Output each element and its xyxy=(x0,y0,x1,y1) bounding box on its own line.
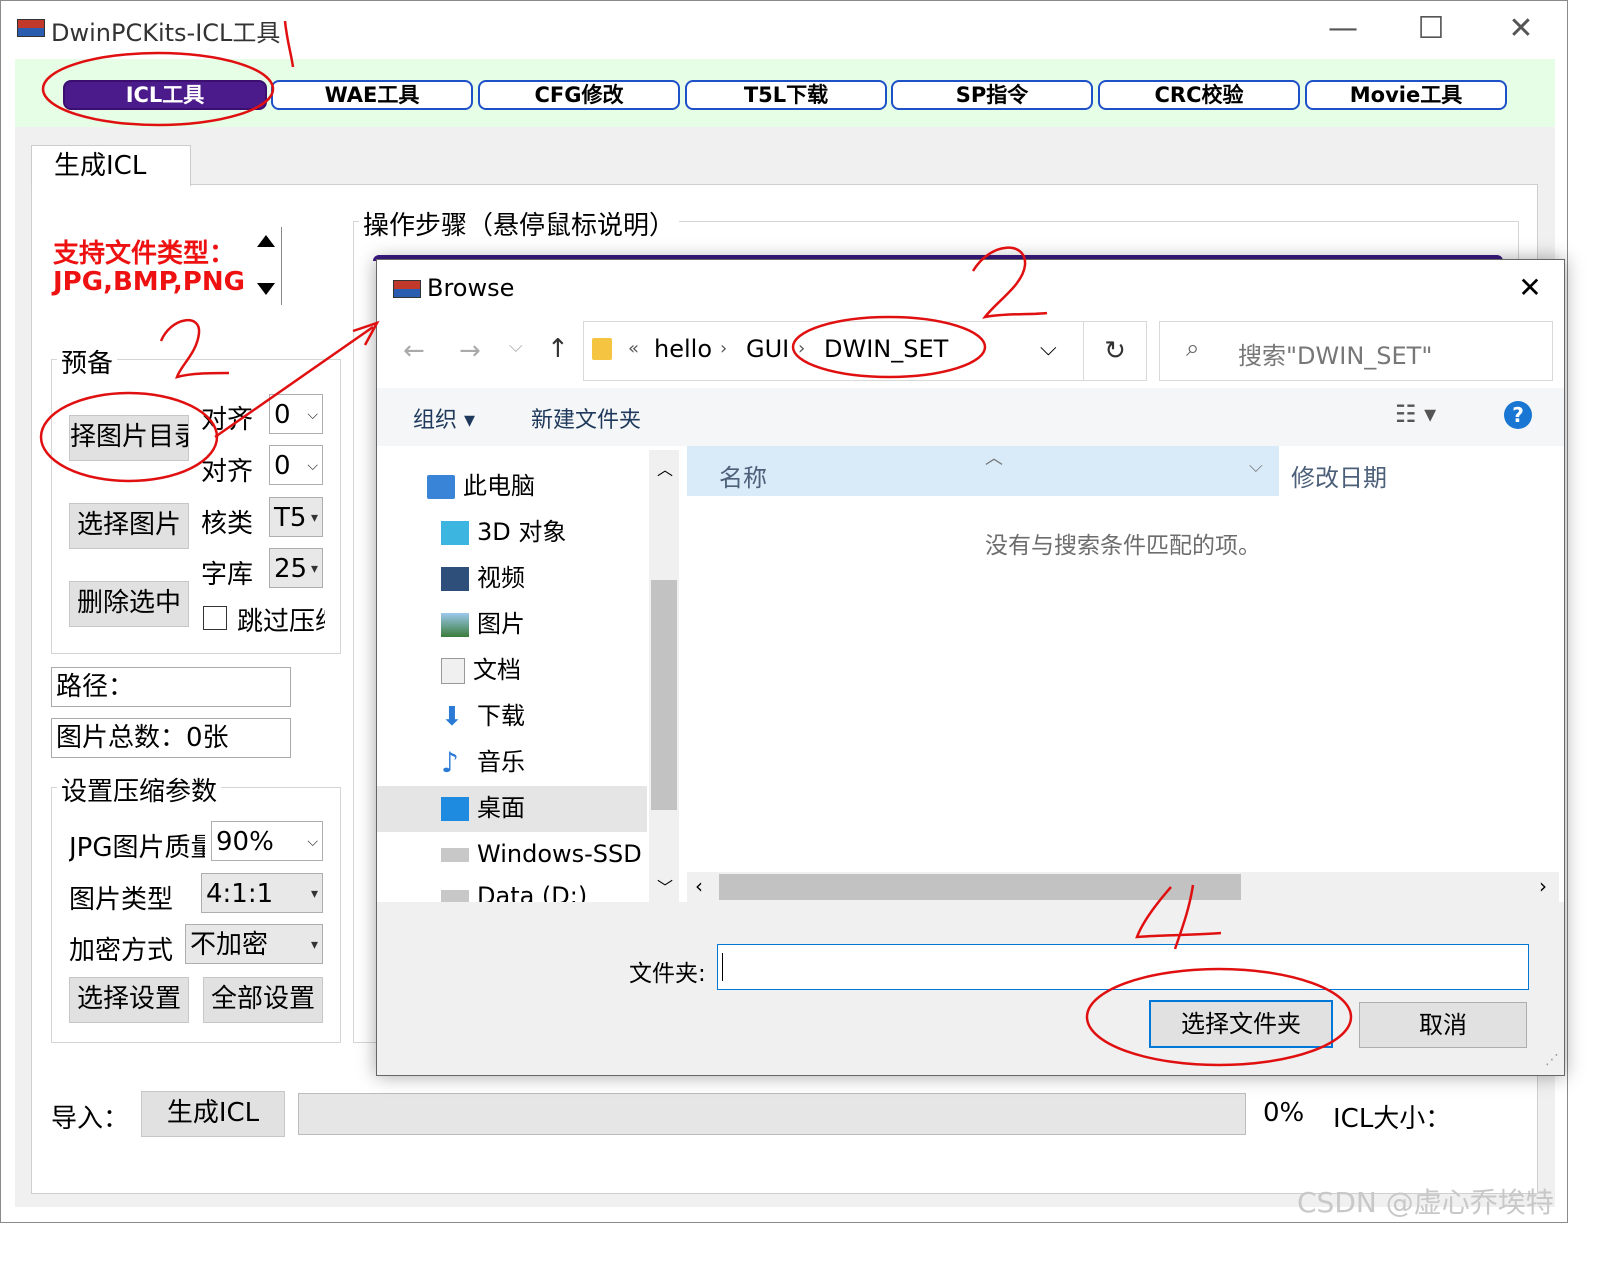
annotation-arrow-line xyxy=(214,325,374,439)
annotation-mark-1 xyxy=(283,20,295,68)
annotation-mark-2-left xyxy=(159,318,230,379)
annotation-circle-icl-tab xyxy=(41,51,275,127)
main-window: DwinPCKits-ICL工具 — ☐ ✕ ICL工具 WAE工具 CFG修改… xyxy=(0,0,1568,1223)
annotation-circle-dwin-set xyxy=(791,315,987,379)
annotation-mark-4 xyxy=(1135,884,1222,950)
annotation-layer xyxy=(39,20,1353,1067)
annotation-circle-select-dir xyxy=(39,391,219,483)
annotation-circle-select-folder xyxy=(1085,967,1353,1067)
annotation-mark-2-right xyxy=(971,246,1048,319)
